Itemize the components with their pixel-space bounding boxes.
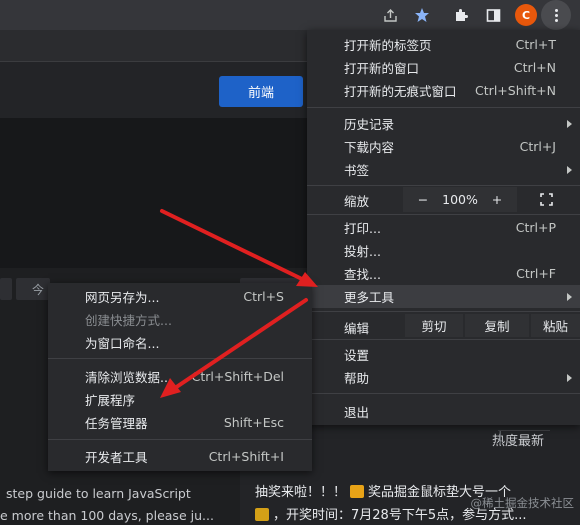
arrowhead-2 [160, 378, 181, 398]
annotation-arrow-1 [160, 209, 306, 282]
annotation-arrows [160, 209, 318, 398]
annotation-arrow-2 [170, 298, 308, 392]
